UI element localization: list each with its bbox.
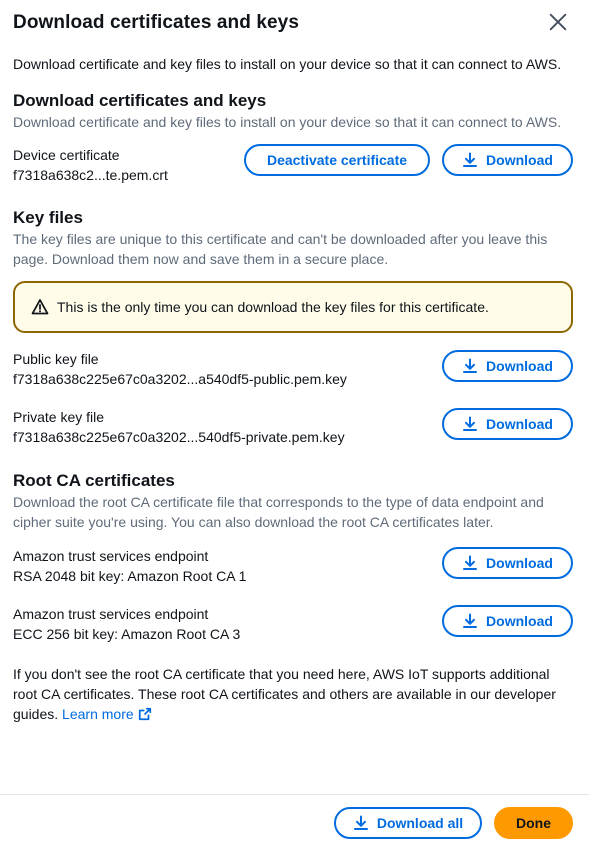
download-all-label: Download all [376, 815, 464, 831]
download-icon [463, 416, 478, 431]
done-label: Done [516, 815, 551, 831]
download-label: Download [486, 613, 553, 629]
download-label: Download [486, 358, 553, 374]
download-label: Download [486, 555, 553, 571]
key-files-description: The key files are unique to this certifi… [13, 231, 548, 267]
external-link-icon [138, 707, 151, 721]
close-button[interactable] [547, 11, 571, 35]
download-icon [463, 358, 478, 373]
modal-title: Download certificates and keys [13, 12, 299, 33]
modal-content: Download certificate and key files to in… [13, 52, 573, 724]
device-certificate-row: Device certificate f7318a638c2...te.pem.… [13, 144, 573, 193]
learn-more-label: Learn more [62, 706, 134, 722]
download-root-ca-1-button[interactable]: Download [442, 547, 573, 579]
download-icon [463, 613, 478, 628]
download-icon [463, 555, 478, 570]
close-icon [549, 13, 567, 31]
learn-more-link[interactable]: Learn more [62, 706, 152, 722]
download-label: Download [486, 152, 553, 168]
download-all-button[interactable]: Download all [334, 807, 482, 839]
root-ca-row: Amazon trust services endpoint ECC 256 b… [13, 604, 573, 652]
download-label: Download [486, 416, 553, 432]
warning-alert-text: This is the only time you can download t… [57, 299, 489, 315]
key-files-title: Key files [13, 208, 83, 227]
modal-intro: Download certificate and key files to in… [13, 56, 562, 72]
footer-divider [0, 794, 589, 795]
cert-section-title: Download certificates and keys [13, 91, 267, 110]
root-ca-row: Amazon trust services endpoint RSA 2048 … [13, 546, 573, 594]
download-icon [463, 152, 478, 167]
download-icon [353, 815, 368, 830]
modal-header: Download certificates and keys [13, 11, 573, 39]
public-key-row: Public key file f7318a638c225e67c0a3202.… [13, 349, 573, 397]
download-private-key-button[interactable]: Download [442, 408, 573, 440]
warning-icon [31, 299, 49, 315]
deactivate-certificate-label: Deactivate certificate [266, 152, 408, 168]
private-key-row: Private key file f7318a638c225e67c0a3202… [13, 407, 573, 455]
done-button[interactable]: Done [494, 807, 573, 839]
modal-footer: Download all Done [334, 807, 573, 839]
cert-section-description: Download certificate and key files to in… [13, 114, 562, 130]
download-public-key-button[interactable]: Download [442, 350, 573, 382]
warning-alert: This is the only time you can download t… [13, 281, 573, 333]
root-ca-title: Root CA certificates [13, 471, 175, 490]
download-certificates-modal: Download certificates and keys Download … [0, 0, 589, 845]
root-ca-footer-text: If you don't see the root CA certificate… [13, 664, 573, 724]
deactivate-certificate-button[interactable]: Deactivate certificate [244, 144, 430, 176]
root-ca-description: Download the root CA certificate file th… [13, 494, 544, 530]
download-device-certificate-button[interactable]: Download [442, 144, 573, 176]
download-root-ca-3-button[interactable]: Download [442, 605, 573, 637]
